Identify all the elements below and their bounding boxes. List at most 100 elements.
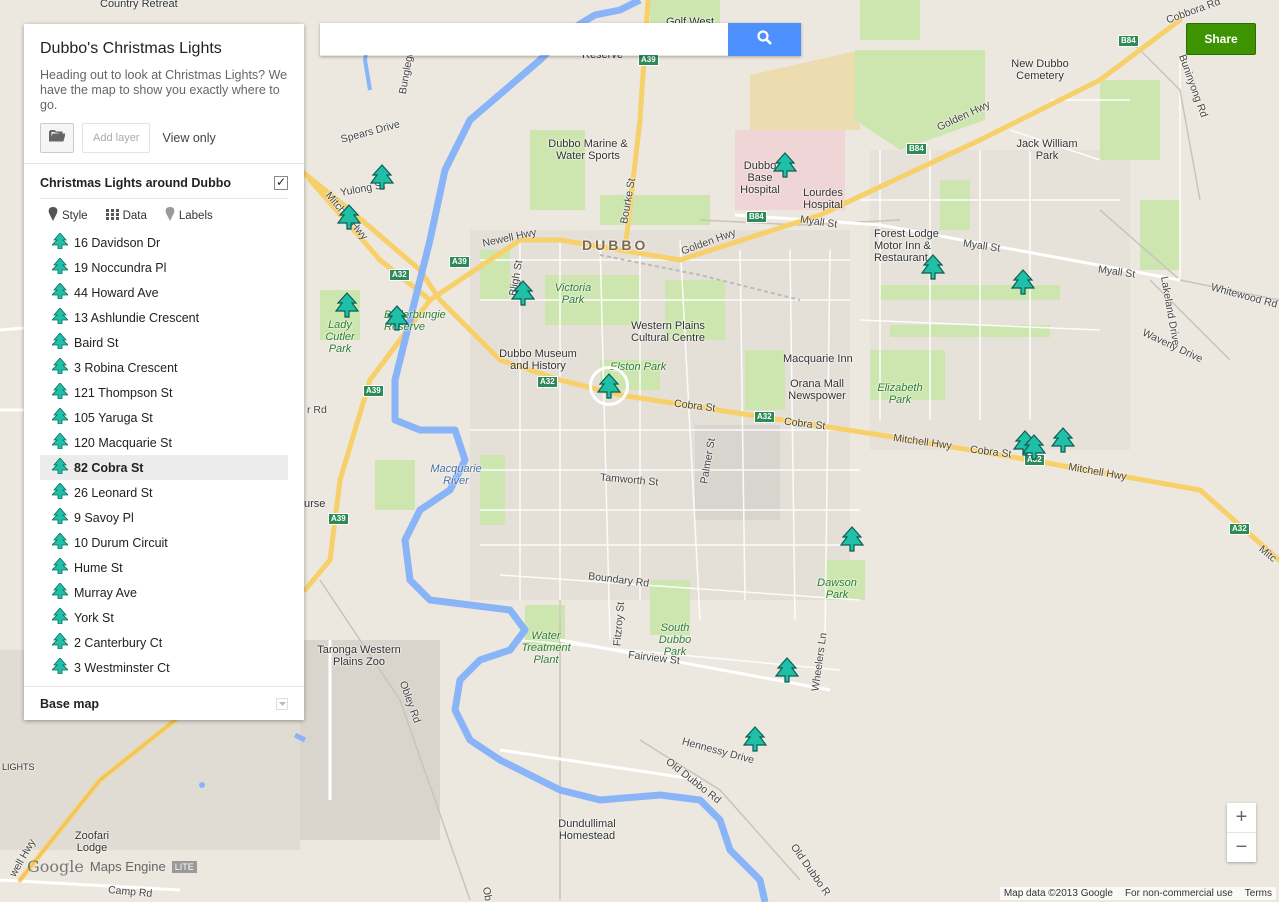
tree-icon <box>51 557 69 577</box>
place-item[interactable]: 120 Macquarie St <box>40 430 288 455</box>
chevron-down-icon[interactable] <box>276 697 288 710</box>
route-shield: A32 <box>754 411 775 423</box>
map-label: Elizabeth Park <box>877 382 923 406</box>
map-label: Macquarie Inn <box>783 353 853 365</box>
place-item[interactable]: Hume St <box>40 555 288 580</box>
tree-icon <box>51 457 69 477</box>
place-item[interactable]: Baird St <box>40 330 288 355</box>
map-label: DUBBO <box>582 237 649 253</box>
tree-marker-icon[interactable] <box>1011 269 1035 295</box>
route-shield: A39 <box>328 513 349 525</box>
map-label: Lourdes Hospital <box>803 187 843 211</box>
add-layer-button[interactable]: Add layer <box>82 123 151 153</box>
tree-icon <box>51 582 69 602</box>
place-label: 82 Cobra St <box>74 460 144 475</box>
zoom-out-button[interactable]: − <box>1227 832 1256 862</box>
table-icon <box>105 208 119 223</box>
base-map-label: Base map <box>40 696 100 711</box>
place-item[interactable]: 3 Robina Crescent <box>40 355 288 380</box>
place-item[interactable]: 16 Davidson Dr <box>40 230 288 255</box>
base-map-row[interactable]: Base map <box>24 687 304 720</box>
tree-marker-icon[interactable] <box>840 526 864 552</box>
place-item[interactable]: 2 Canterbury Ct <box>40 630 288 655</box>
place-item[interactable]: 3 Westminster Ct <box>40 655 288 680</box>
place-item[interactable]: 26 Leonard St <box>40 480 288 505</box>
search-input[interactable] <box>320 23 728 55</box>
tree-marker-icon[interactable] <box>370 164 394 190</box>
map-label: Orana Mall Newspower <box>788 378 846 402</box>
place-item[interactable]: 13 Ashlundie Crescent <box>40 305 288 330</box>
layer-section: Christmas Lights around Dubbo ✓ Style Da… <box>24 164 304 687</box>
place-label: Hume St <box>74 560 123 575</box>
tree-marker-icon[interactable] <box>1022 434 1046 460</box>
place-item[interactable]: 10 Durum Circuit <box>40 530 288 555</box>
tree-marker-icon[interactable] <box>337 204 361 230</box>
layer-tools: Style Data Labels <box>40 199 288 230</box>
place-item[interactable]: 105 Yaruga St <box>40 405 288 430</box>
data-button[interactable]: Data <box>105 207 147 224</box>
terms-link[interactable]: Terms <box>1245 888 1272 899</box>
place-label: 44 Howard Ave <box>74 285 159 300</box>
tree-icon <box>51 482 69 502</box>
tree-icon <box>51 507 69 527</box>
panel-actions: Add layer View only <box>40 123 288 153</box>
tree-marker-icon[interactable] <box>921 254 945 280</box>
place-label: 120 Macquarie St <box>74 435 172 450</box>
place-item[interactable]: 19 Noccundra Pl <box>40 255 288 280</box>
place-item[interactable]: 121 Thompson St <box>40 380 288 405</box>
place-item[interactable]: 82 Cobra St <box>40 455 288 480</box>
map-data-attribution[interactable]: Map data ©2013 Google <box>1004 888 1113 899</box>
place-item[interactable]: Murray Ave <box>40 580 288 605</box>
tree-marker-icon[interactable] <box>335 292 359 318</box>
tree-marker-icon[interactable] <box>1051 427 1075 453</box>
map-title[interactable]: Dubbo's Christmas Lights <box>40 40 288 58</box>
branding: Google Maps Engine LITE <box>27 857 197 876</box>
place-item[interactable]: 44 Howard Ave <box>40 280 288 305</box>
map-label: Victoria Park <box>554 282 592 306</box>
labels-button[interactable]: Labels <box>165 207 213 224</box>
map-label: Taronga Western Plains Zoo <box>317 644 401 668</box>
tree-icon <box>51 232 69 252</box>
label-icon <box>165 207 175 224</box>
place-label: 19 Noccundra Pl <box>74 260 167 275</box>
place-item[interactable]: 9 Savoy Pl <box>40 505 288 530</box>
tree-marker-icon[interactable] <box>385 305 409 331</box>
layer-visibility-checkbox[interactable]: ✓ <box>274 176 288 190</box>
place-label: 13 Ashlundie Crescent <box>74 310 200 325</box>
search-button[interactable] <box>728 23 801 56</box>
share-button[interactable]: Share <box>1186 23 1256 55</box>
tree-marker-icon[interactable] <box>597 373 621 399</box>
map-header: Dubbo's Christmas Lights Heading out to … <box>24 24 304 164</box>
place-label: 9 Savoy Pl <box>74 510 134 525</box>
map-label: Dundullimal Homestead <box>558 818 616 842</box>
tree-icon <box>51 407 69 427</box>
tree-icon <box>51 257 69 277</box>
map-label: Lady Cutler Park <box>325 319 355 355</box>
route-shield: A32 <box>389 269 410 281</box>
style-button[interactable]: Style <box>48 207 88 224</box>
tree-marker-icon[interactable] <box>511 280 535 306</box>
map-label: Jack William Park <box>1016 138 1078 162</box>
route-shield: B84 <box>746 211 767 223</box>
open-map-button[interactable] <box>40 123 74 153</box>
map-label: Macquarie River <box>430 463 482 487</box>
tree-marker-icon[interactable] <box>775 657 799 683</box>
folder-icon <box>48 129 66 147</box>
route-shield: B84 <box>1118 35 1139 47</box>
route-shield: A32 <box>1229 523 1250 535</box>
place-label: York St <box>74 610 114 625</box>
lite-badge: LITE <box>171 860 197 873</box>
place-item[interactable]: York St <box>40 605 288 630</box>
tree-marker-icon[interactable] <box>773 152 797 178</box>
map-footer: Map data ©2013 Google For non-commercial… <box>999 887 1276 900</box>
search-icon <box>757 29 772 50</box>
place-label: 3 Robina Crescent <box>74 360 178 375</box>
zoom-in-button[interactable]: + <box>1227 803 1256 832</box>
place-label: 2 Canterbury Ct <box>74 635 163 650</box>
tree-icon <box>51 382 69 402</box>
layer-header: Christmas Lights around Dubbo ✓ <box>40 174 288 199</box>
places-list: 16 Davidson Dr 19 Noccundra Pl 44 Howard A… <box>40 230 288 680</box>
layer-title[interactable]: Christmas Lights around Dubbo <box>40 176 231 190</box>
map-label: Dawson Park <box>817 577 857 601</box>
tree-marker-icon[interactable] <box>743 726 767 752</box>
